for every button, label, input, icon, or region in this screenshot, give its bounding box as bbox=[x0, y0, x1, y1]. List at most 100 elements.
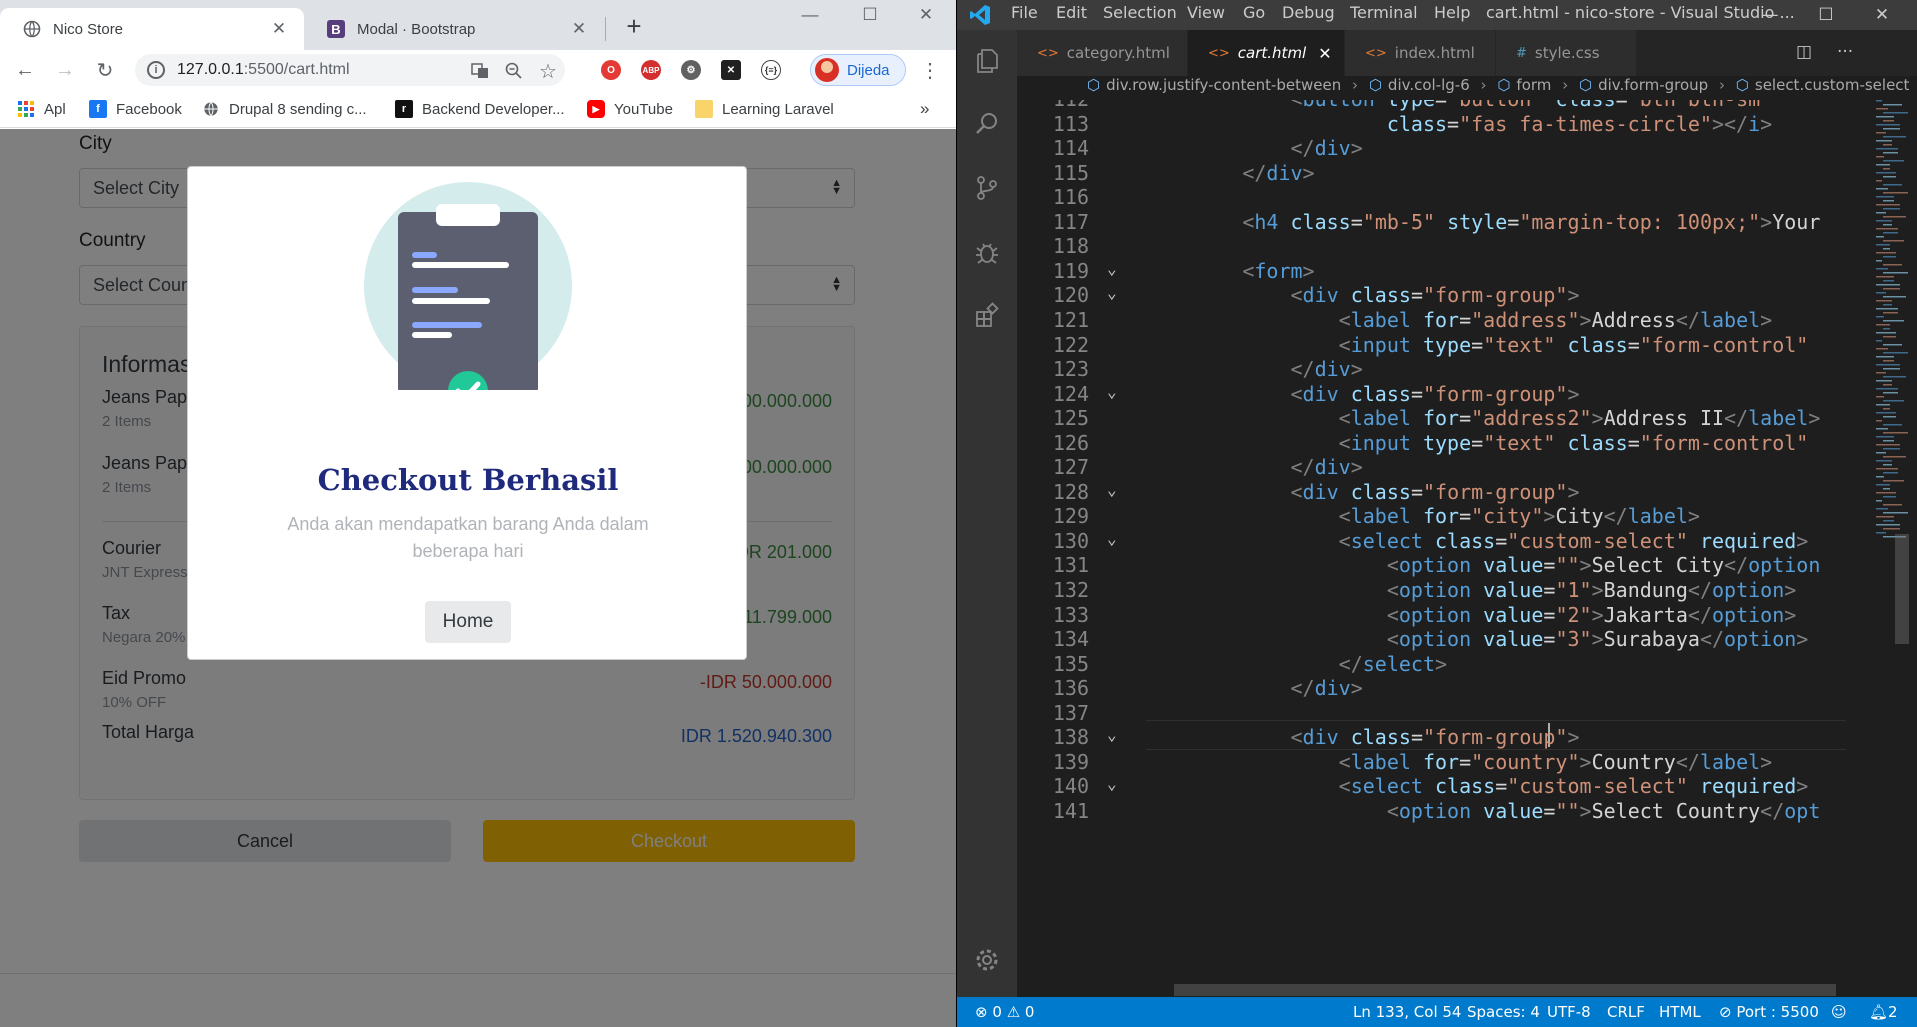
close-window-button[interactable]: ✕ bbox=[1859, 0, 1905, 30]
menu-view[interactable]: View bbox=[1187, 3, 1225, 22]
minimap[interactable] bbox=[1876, 100, 1917, 540]
encoding-setting[interactable]: UTF-8 bbox=[1547, 1003, 1591, 1021]
address-bar[interactable]: i 127.0.0.1:5500/cart.html ☆ bbox=[135, 54, 565, 86]
minimap-line bbox=[1883, 192, 1908, 194]
code-line[interactable]: 141 <option value="">Select Country</opt bbox=[1017, 799, 1877, 829]
menu-help[interactable]: Help bbox=[1434, 3, 1470, 22]
minimize-button[interactable]: — bbox=[780, 0, 840, 30]
bookmark-label: Apl bbox=[44, 100, 66, 118]
debug-icon[interactable] bbox=[971, 236, 1003, 268]
tab-label: index.html bbox=[1394, 44, 1475, 62]
profile-button[interactable]: Dijeda bbox=[810, 54, 906, 86]
browser-tab-nico-store[interactable]: Nico Store ✕ bbox=[0, 8, 304, 50]
code-text: <label for="address">Address</label> bbox=[1146, 307, 1773, 332]
bookmark-backend-developer[interactable]: r Backend Developer... bbox=[395, 99, 565, 119]
new-tab-button[interactable]: + bbox=[620, 11, 648, 41]
eol-setting[interactable]: CRLF bbox=[1607, 1003, 1645, 1021]
horizontal-scrollbar[interactable] bbox=[1174, 984, 1836, 996]
live-server-status[interactable]: ⊘ Port : 5500 bbox=[1719, 1003, 1819, 1021]
minimap-line bbox=[1876, 516, 1894, 518]
minimap-line bbox=[1883, 368, 1900, 370]
maximize-button[interactable]: ☐ bbox=[840, 0, 900, 30]
tab-style-css[interactable]: # style.css bbox=[1496, 30, 1636, 76]
breadcrumb-item[interactable]: div.col-lg-6 bbox=[1388, 76, 1470, 94]
menu-go[interactable]: Go bbox=[1243, 3, 1265, 22]
back-icon[interactable]: ← bbox=[10, 55, 40, 85]
extension-x-icon[interactable]: ✕ bbox=[721, 60, 741, 80]
source-control-icon[interactable] bbox=[971, 172, 1003, 204]
json-extension-icon[interactable]: {≡} bbox=[761, 60, 781, 80]
close-icon[interactable]: ✕ bbox=[568, 18, 590, 40]
menu-edit[interactable]: Edit bbox=[1056, 3, 1087, 22]
opera-extension-icon[interactable]: O bbox=[601, 60, 621, 80]
minimap-line bbox=[1876, 276, 1894, 278]
forward-icon[interactable]: → bbox=[50, 55, 80, 85]
fold-chevron-icon[interactable]: ⌄ bbox=[1107, 382, 1117, 401]
adblock-icon[interactable]: ABP bbox=[641, 60, 661, 80]
search-icon[interactable] bbox=[971, 108, 1003, 140]
language-mode[interactable]: HTML bbox=[1659, 1003, 1701, 1021]
bookmark-learning-laravel[interactable]: Learning Laravel bbox=[695, 99, 834, 119]
star-icon[interactable]: ☆ bbox=[537, 60, 559, 83]
tab-label: cart.html bbox=[1237, 44, 1307, 62]
fold-chevron-icon[interactable]: ⌄ bbox=[1107, 529, 1117, 548]
fold-chevron-icon[interactable]: ⌄ bbox=[1107, 774, 1117, 793]
breadcrumb-item[interactable]: select.custom-select bbox=[1755, 76, 1910, 94]
menu-terminal[interactable]: Terminal bbox=[1350, 3, 1418, 22]
breadcrumb-item[interactable]: div.row.justify-content-between bbox=[1106, 76, 1341, 94]
html-file-icon: <> bbox=[1365, 45, 1387, 61]
menu-file[interactable]: File bbox=[1011, 3, 1038, 22]
menu-debug[interactable]: Debug bbox=[1282, 3, 1335, 22]
cursor-position[interactable]: Ln 133, Col 54 bbox=[1353, 1003, 1461, 1021]
reload-icon[interactable]: ↻ bbox=[90, 55, 120, 85]
blocked-icon: ⊘ bbox=[1719, 1003, 1732, 1021]
code-editor[interactable]: 112 <button type="button" class="btn btn… bbox=[1017, 100, 1917, 1003]
indentation-setting[interactable]: Spaces: 4 bbox=[1467, 1003, 1540, 1021]
minimap-line bbox=[1876, 460, 1892, 462]
vertical-scrollbar[interactable] bbox=[1895, 534, 1909, 644]
bookmark-facebook[interactable]: f Facebook bbox=[89, 99, 182, 119]
bookmarks-overflow-button[interactable]: » bbox=[920, 99, 929, 119]
split-editor-icon[interactable]: ◫ bbox=[1796, 42, 1812, 62]
minimap-line bbox=[1876, 204, 1900, 206]
menu-selection[interactable]: Selection bbox=[1103, 3, 1177, 22]
extensions-icon[interactable] bbox=[971, 300, 1003, 332]
minimap-line bbox=[1876, 100, 1882, 102]
explorer-icon[interactable] bbox=[971, 44, 1003, 76]
problems-indicator[interactable]: ⊗ 0 ⚠ 0 bbox=[975, 1003, 1034, 1021]
minimap-line bbox=[1876, 404, 1890, 406]
gear-extension-icon[interactable]: ⚙ bbox=[681, 60, 701, 80]
close-icon[interactable]: ✕ bbox=[1318, 44, 1331, 63]
close-window-button[interactable]: ✕ bbox=[896, 0, 956, 30]
breadcrumb-item[interactable]: form bbox=[1516, 76, 1551, 94]
fold-chevron-icon[interactable]: ⌄ bbox=[1107, 480, 1117, 499]
tab-index-html[interactable]: <> index.html bbox=[1345, 30, 1495, 76]
more-actions-icon[interactable]: ··· bbox=[1837, 42, 1853, 62]
bookmark-label: Drupal 8 sending c... bbox=[229, 100, 367, 118]
notifications-indicator[interactable]: 🔔︎2 bbox=[1869, 1003, 1898, 1021]
more-menu-icon[interactable]: ⋮ bbox=[918, 58, 942, 82]
bookmark-apps[interactable]: Apl bbox=[17, 99, 66, 119]
close-icon[interactable]: ✕ bbox=[268, 18, 290, 40]
browser-tab-bootstrap[interactable]: B Modal · Bootstrap ✕ bbox=[304, 8, 604, 50]
bookmark-drupal[interactable]: Drupal 8 sending c... bbox=[202, 99, 367, 119]
breadcrumb-item[interactable]: div.form-group bbox=[1598, 76, 1708, 94]
tab-cart-html[interactable]: <> cart.html ✕ bbox=[1188, 30, 1344, 76]
home-button[interactable]: Home bbox=[425, 601, 511, 643]
minimize-button[interactable]: — bbox=[1747, 0, 1793, 30]
zoom-icon[interactable] bbox=[503, 60, 525, 82]
bookmark-youtube[interactable]: ▶ YouTube bbox=[587, 99, 673, 119]
fold-chevron-icon[interactable]: ⌄ bbox=[1107, 283, 1117, 302]
maximize-button[interactable]: ☐ bbox=[1803, 0, 1849, 30]
feedback-icon[interactable]: ☺ bbox=[1831, 1003, 1847, 1021]
minimap-line bbox=[1876, 236, 1884, 238]
line-number: 132 bbox=[1052, 578, 1089, 602]
code-text: <option value="">Select Country</opt bbox=[1146, 798, 1821, 823]
fold-chevron-icon[interactable]: ⌄ bbox=[1107, 259, 1117, 278]
info-icon[interactable]: i bbox=[147, 61, 165, 79]
tab-category-html[interactable]: <> category.html bbox=[1017, 30, 1187, 76]
browser-toolbar: ← → ↻ i 127.0.0.1:5500/cart.html ☆ O ABP… bbox=[0, 50, 956, 90]
gear-icon[interactable] bbox=[971, 944, 1003, 976]
fold-chevron-icon[interactable]: ⌄ bbox=[1107, 725, 1117, 744]
translate-icon[interactable] bbox=[469, 60, 491, 82]
